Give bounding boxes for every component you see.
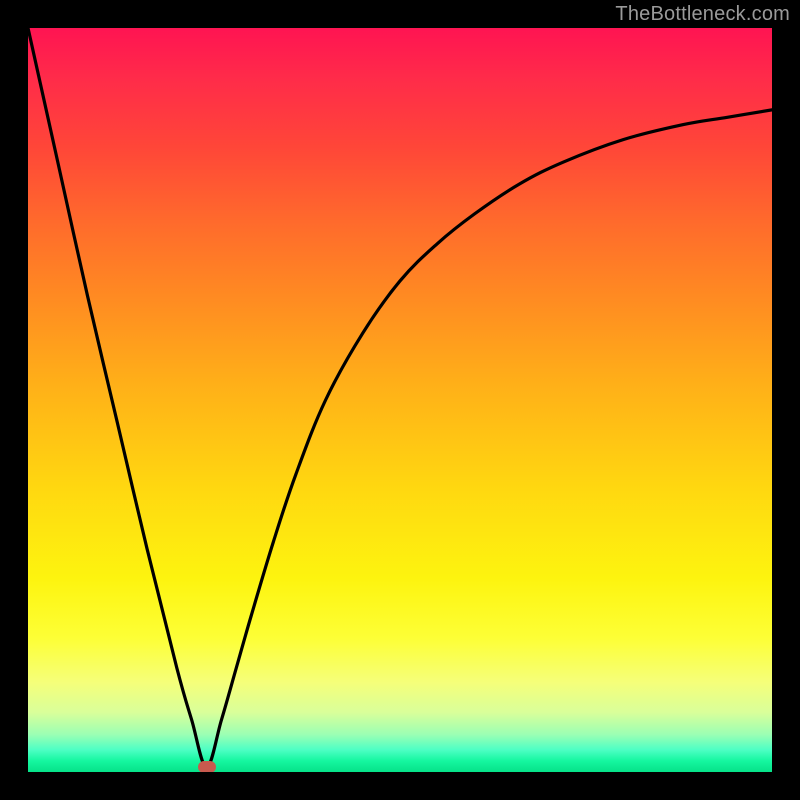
curve-svg xyxy=(28,28,772,772)
plot-area xyxy=(28,28,772,772)
chart-frame: TheBottleneck.com xyxy=(0,0,800,800)
bottleneck-curve xyxy=(28,28,772,767)
minimum-marker xyxy=(198,761,216,772)
watermark-text: TheBottleneck.com xyxy=(615,3,790,26)
